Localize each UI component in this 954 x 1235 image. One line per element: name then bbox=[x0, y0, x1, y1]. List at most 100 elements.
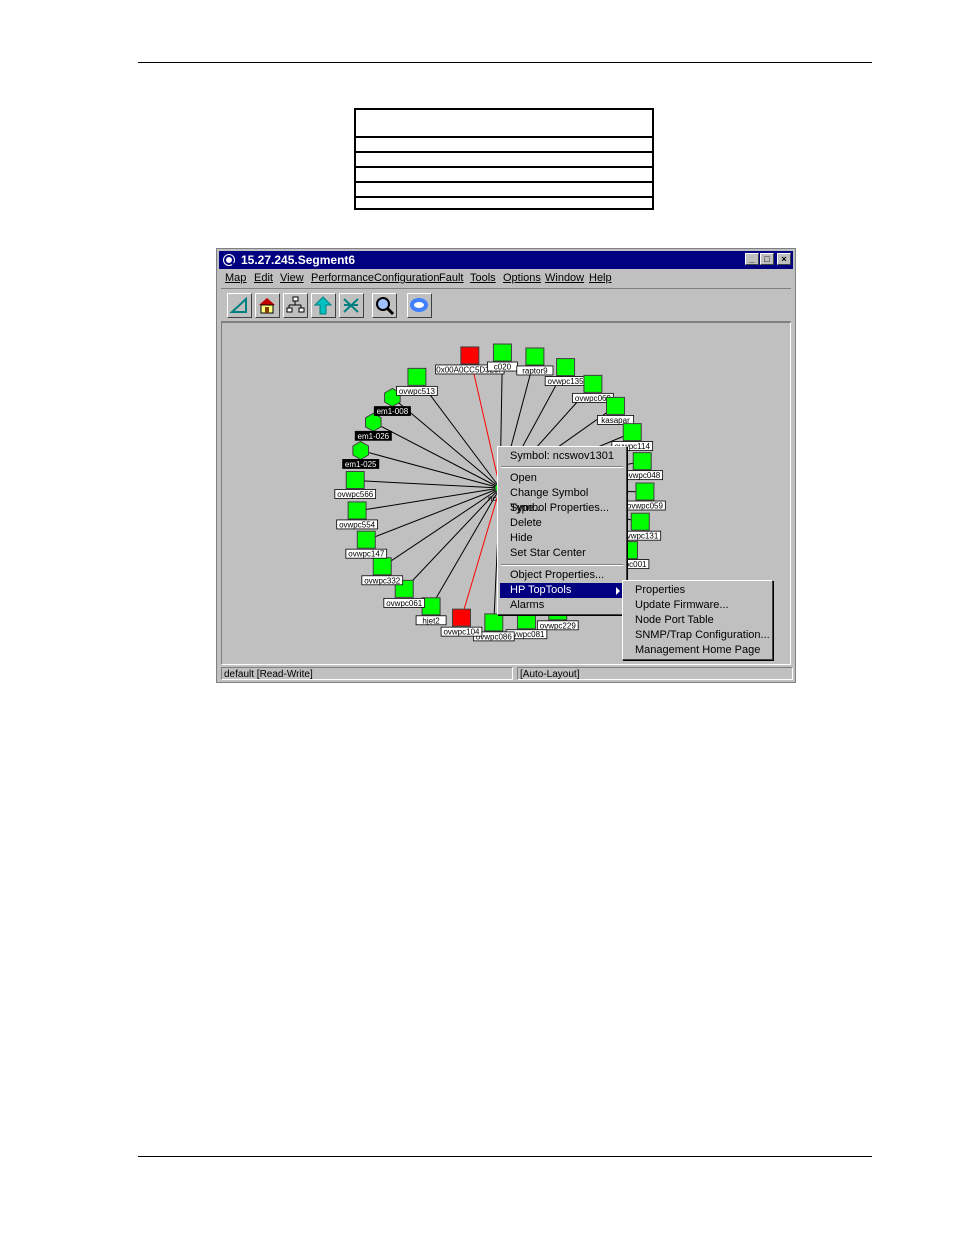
application-window: 15.27.245.Segment6 _ □ × Map Edit View P… bbox=[216, 248, 796, 683]
menu-help[interactable]: Help bbox=[589, 270, 612, 287]
node-symbol bbox=[484, 613, 504, 632]
up-arrow-icon bbox=[313, 296, 333, 315]
up-button[interactable] bbox=[311, 293, 336, 318]
node-label: ovwpc059 bbox=[627, 502, 664, 511]
network-button[interactable] bbox=[339, 293, 364, 318]
node-label: em1-025 bbox=[345, 460, 377, 469]
menu-tools[interactable]: Tools bbox=[470, 270, 496, 287]
node-label: ovwpc131 bbox=[622, 532, 659, 541]
menu-map[interactable]: Map bbox=[225, 270, 246, 287]
menu-configuration[interactable]: Configuration bbox=[374, 270, 439, 287]
menu-fault[interactable]: Fault bbox=[439, 270, 463, 287]
node-symbol bbox=[460, 346, 480, 365]
menu-view[interactable]: View bbox=[280, 270, 304, 287]
menu-item-set-star-center[interactable]: Set Star Center bbox=[500, 546, 624, 561]
toolbar bbox=[221, 288, 791, 322]
node-label: ovwpc135 bbox=[548, 377, 585, 386]
menu-window[interactable]: Window bbox=[545, 270, 584, 287]
header-rule bbox=[138, 62, 872, 63]
network-node[interactable]: ovwpc332 bbox=[361, 557, 404, 586]
menu-item-object-properties[interactable]: Object Properties... bbox=[500, 568, 624, 583]
node-label: ovwpc069 bbox=[575, 394, 612, 403]
node-symbol bbox=[356, 530, 376, 549]
blank-table bbox=[354, 108, 654, 210]
node-symbol bbox=[630, 512, 650, 531]
network-node[interactable]: ovwpc048 bbox=[621, 452, 664, 481]
menu-edit[interactable]: Edit bbox=[254, 270, 273, 287]
context-menu: Symbol: ncswov1301 Open Change Symbol Ty… bbox=[497, 446, 627, 615]
network-link bbox=[430, 487, 501, 608]
network-link bbox=[360, 449, 501, 489]
network-node[interactable]: raptor9 bbox=[516, 347, 554, 376]
network-node[interactable]: em1-025 bbox=[342, 440, 380, 469]
submenu-item-update-firmware[interactable]: Update Firmware... bbox=[625, 598, 770, 613]
network-node[interactable]: em1-026 bbox=[354, 412, 392, 441]
footer-rule bbox=[138, 1156, 872, 1157]
node-label: ovwpc104 bbox=[443, 628, 480, 637]
hierarchy-icon bbox=[286, 296, 305, 313]
node-label: em1-008 bbox=[377, 407, 409, 416]
node-label: ovwpc554 bbox=[339, 520, 376, 529]
title-bar[interactable]: 15.27.245.Segment6 _ □ × bbox=[219, 251, 793, 269]
network-link bbox=[355, 479, 501, 489]
menu-item-symbol-properties[interactable]: Symbol Properties... bbox=[500, 501, 624, 516]
node-symbol bbox=[583, 374, 603, 393]
menu-item-hp-toptools-label: HP TopTools bbox=[510, 584, 572, 596]
submenu-item-node-port-table[interactable]: Node Port Table bbox=[625, 613, 770, 628]
node-symbol bbox=[407, 367, 427, 386]
node-label: em1-026 bbox=[358, 432, 390, 441]
status-layout: [Auto-Layout] bbox=[517, 667, 793, 680]
node-symbol bbox=[622, 423, 642, 442]
product-logo-icon bbox=[410, 298, 428, 312]
node-label: ovwpc061 bbox=[386, 599, 423, 608]
menu-item-hide[interactable]: Hide bbox=[500, 531, 624, 546]
menu-item-hp-toptools[interactable]: HP TopTools bbox=[500, 583, 624, 598]
menu-item-delete[interactable]: Delete bbox=[500, 516, 624, 531]
submenu-item-snmp-trap-configuration[interactable]: SNMP/Trap Configuration... bbox=[625, 628, 770, 643]
measure-icon bbox=[229, 296, 247, 313]
node-label: ovwpc147 bbox=[348, 550, 385, 559]
menu-item-alarms[interactable]: Alarms bbox=[500, 598, 624, 613]
node-symbol bbox=[556, 358, 576, 377]
node-symbol bbox=[606, 396, 626, 415]
product-logo-button[interactable] bbox=[407, 293, 432, 318]
network-node[interactable]: ovwpc513 bbox=[396, 367, 438, 396]
node-label: raptor9 bbox=[522, 366, 548, 375]
network-node[interactable]: ovwpc104 bbox=[440, 608, 483, 637]
node-label: ovwpc048 bbox=[624, 471, 661, 480]
network-link bbox=[460, 487, 501, 619]
menu-performance[interactable]: Performance bbox=[311, 270, 374, 287]
status-mode: default [Read-Write] bbox=[221, 667, 513, 680]
submenu-item-properties[interactable]: Properties bbox=[625, 583, 770, 598]
network-link bbox=[403, 487, 501, 590]
minimize-button[interactable]: _ bbox=[745, 253, 759, 265]
node-symbol bbox=[372, 557, 392, 576]
menu-options[interactable]: Options bbox=[503, 270, 541, 287]
menu-item-open[interactable]: Open bbox=[500, 471, 624, 486]
network-node[interactable]: ovwpc554 bbox=[336, 501, 378, 530]
submenu-arrow-icon bbox=[616, 587, 620, 595]
network-node[interactable]: c020 bbox=[487, 343, 518, 372]
network-link bbox=[357, 487, 501, 512]
find-icon bbox=[376, 297, 395, 316]
network-node[interactable]: ovwpc059 bbox=[624, 482, 666, 511]
node-symbol bbox=[347, 501, 367, 520]
app-icon bbox=[223, 254, 236, 267]
find-button[interactable] bbox=[372, 293, 397, 318]
node-symbol bbox=[451, 608, 471, 627]
hierarchy-button[interactable] bbox=[283, 293, 308, 318]
measure-button[interactable] bbox=[227, 293, 252, 318]
maximize-button[interactable]: □ bbox=[760, 253, 774, 265]
submenu-item-management-home-page[interactable]: Management Home Page bbox=[625, 643, 770, 658]
close-button[interactable]: × bbox=[777, 253, 791, 265]
node-label: ovwpc513 bbox=[399, 387, 436, 396]
menu-item-change-symbol-type[interactable]: Change Symbol Type... bbox=[500, 486, 624, 514]
menu-bar: Map Edit View Performance Configuration … bbox=[221, 270, 791, 287]
network-node[interactable]: ovwpc566 bbox=[334, 470, 377, 499]
network-node[interactable]: ovwpc147 bbox=[345, 530, 388, 559]
node-label: ovwpc566 bbox=[337, 490, 374, 499]
node-label: ovwpc229 bbox=[540, 621, 577, 630]
home-button[interactable] bbox=[255, 293, 280, 318]
node-label: ovwpc332 bbox=[364, 576, 401, 585]
context-menu-header: Symbol: ncswov1301 bbox=[510, 450, 614, 462]
